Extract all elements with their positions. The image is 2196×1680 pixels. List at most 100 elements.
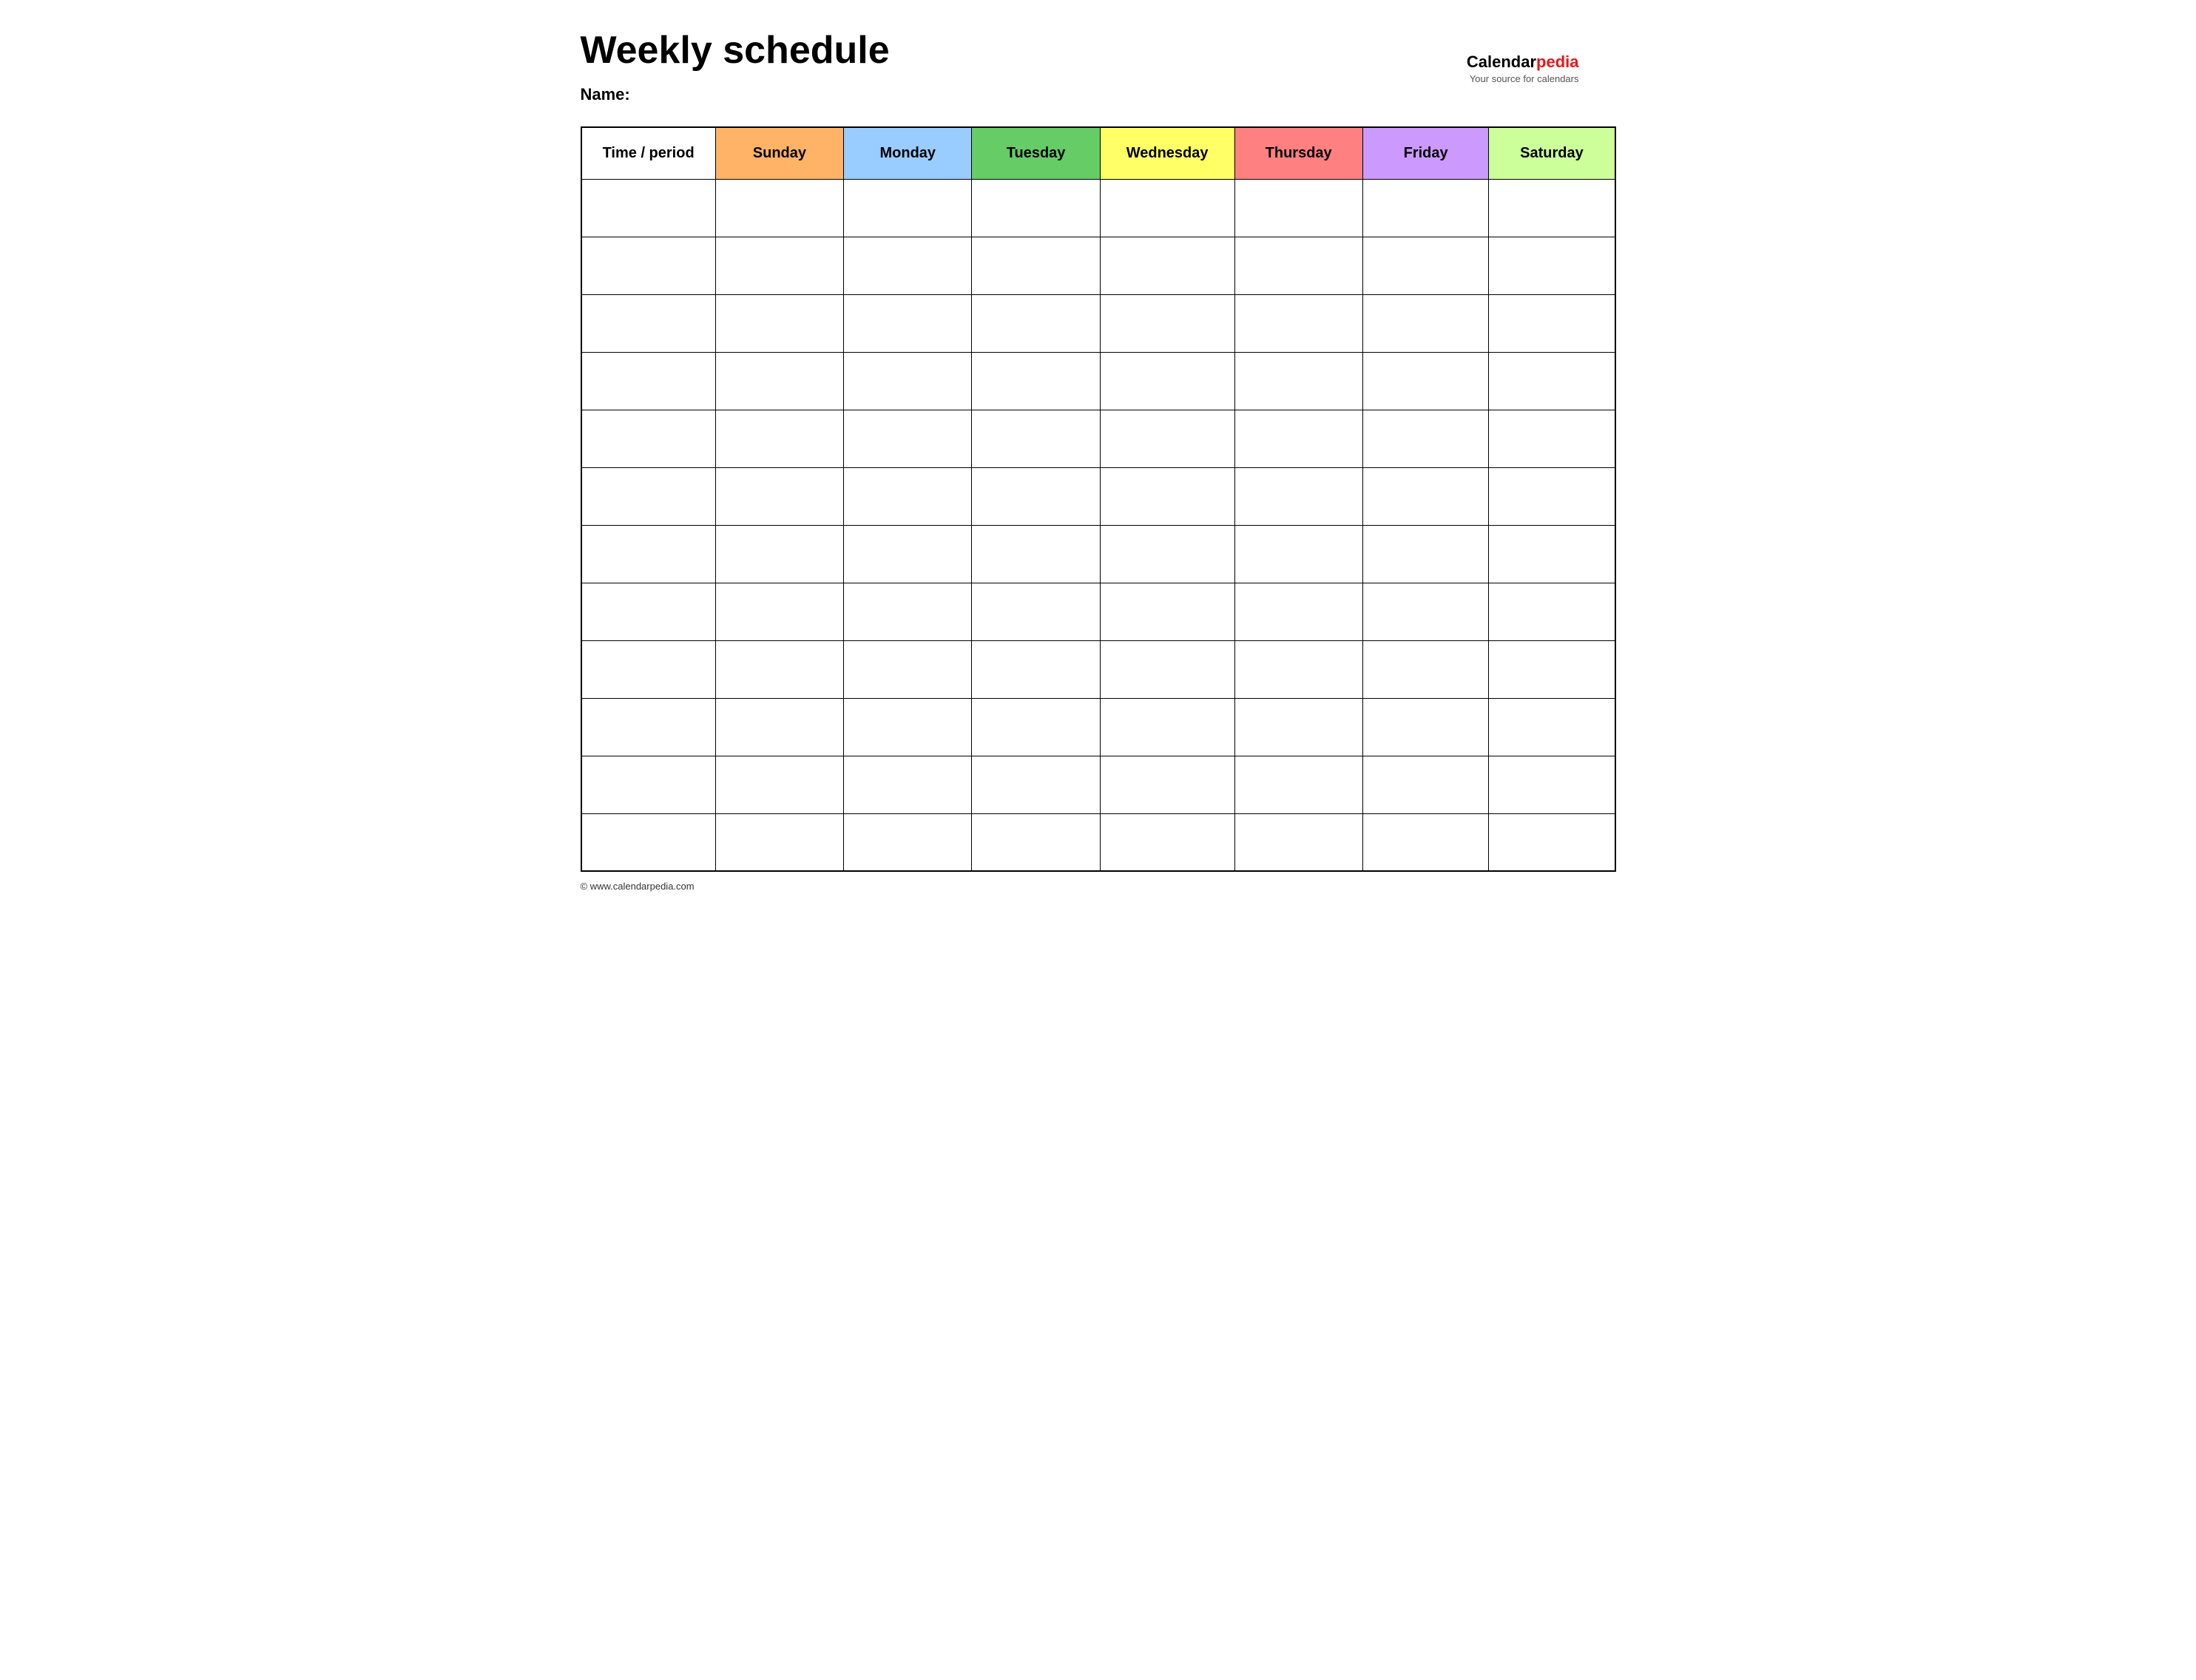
schedule-cell[interactable]: [715, 756, 843, 813]
schedule-cell[interactable]: [1362, 583, 1489, 640]
schedule-cell[interactable]: [1100, 294, 1234, 352]
schedule-cell[interactable]: [1489, 698, 1615, 756]
schedule-cell[interactable]: [972, 640, 1100, 698]
schedule-cell[interactable]: [715, 294, 843, 352]
schedule-cell[interactable]: [715, 467, 843, 525]
schedule-cell[interactable]: [1234, 179, 1362, 237]
schedule-cell[interactable]: [972, 237, 1100, 294]
schedule-cell[interactable]: [844, 179, 972, 237]
schedule-cell[interactable]: [972, 813, 1100, 871]
schedule-cell[interactable]: [715, 698, 843, 756]
time-cell[interactable]: [581, 813, 716, 871]
schedule-cell[interactable]: [1489, 179, 1615, 237]
schedule-cell[interactable]: [1100, 756, 1234, 813]
schedule-table: Time / period Sunday Monday Tuesday Wedn…: [581, 126, 1616, 872]
schedule-cell[interactable]: [1362, 179, 1489, 237]
schedule-cell[interactable]: [972, 698, 1100, 756]
schedule-cell[interactable]: [1489, 410, 1615, 467]
schedule-cell[interactable]: [715, 525, 843, 583]
schedule-cell[interactable]: [1362, 640, 1489, 698]
schedule-cell[interactable]: [1234, 698, 1362, 756]
schedule-cell[interactable]: [715, 352, 843, 410]
schedule-cell[interactable]: [1362, 294, 1489, 352]
schedule-cell[interactable]: [715, 237, 843, 294]
schedule-cell[interactable]: [844, 698, 972, 756]
time-cell[interactable]: [581, 294, 716, 352]
schedule-cell[interactable]: [1234, 813, 1362, 871]
schedule-cell[interactable]: [1362, 525, 1489, 583]
schedule-cell[interactable]: [1100, 237, 1234, 294]
schedule-cell[interactable]: [1234, 352, 1362, 410]
header-wednesday: Wednesday: [1100, 127, 1234, 179]
schedule-cell[interactable]: [1489, 756, 1615, 813]
schedule-cell[interactable]: [1362, 756, 1489, 813]
schedule-cell[interactable]: [1234, 583, 1362, 640]
schedule-cell[interactable]: [1234, 467, 1362, 525]
schedule-cell[interactable]: [844, 294, 972, 352]
schedule-cell[interactable]: [972, 410, 1100, 467]
schedule-cell[interactable]: [1100, 813, 1234, 871]
schedule-cell[interactable]: [1489, 237, 1615, 294]
time-cell[interactable]: [581, 352, 716, 410]
schedule-cell[interactable]: [1234, 525, 1362, 583]
time-cell[interactable]: [581, 698, 716, 756]
schedule-cell[interactable]: [1362, 813, 1489, 871]
schedule-cell[interactable]: [1100, 583, 1234, 640]
schedule-cell[interactable]: [1100, 467, 1234, 525]
schedule-cell[interactable]: [844, 352, 972, 410]
time-cell[interactable]: [581, 179, 716, 237]
schedule-cell[interactable]: [715, 583, 843, 640]
schedule-cell[interactable]: [844, 237, 972, 294]
schedule-cell[interactable]: [844, 525, 972, 583]
brand-tagline: Your source for calendars: [1467, 73, 1579, 86]
schedule-cell[interactable]: [1489, 525, 1615, 583]
schedule-cell[interactable]: [1489, 640, 1615, 698]
time-cell[interactable]: [581, 583, 716, 640]
time-cell[interactable]: [581, 237, 716, 294]
schedule-cell[interactable]: [1234, 294, 1362, 352]
schedule-cell[interactable]: [1489, 294, 1615, 352]
schedule-cell[interactable]: [715, 410, 843, 467]
schedule-cell[interactable]: [972, 352, 1100, 410]
schedule-cell[interactable]: [1234, 410, 1362, 467]
schedule-cell[interactable]: [844, 583, 972, 640]
schedule-cell[interactable]: [844, 467, 972, 525]
time-cell[interactable]: [581, 410, 716, 467]
time-cell[interactable]: [581, 467, 716, 525]
schedule-cell[interactable]: [715, 179, 843, 237]
schedule-cell[interactable]: [844, 813, 972, 871]
schedule-cell[interactable]: [1489, 813, 1615, 871]
schedule-cell[interactable]: [715, 813, 843, 871]
time-cell[interactable]: [581, 525, 716, 583]
schedule-cell[interactable]: [1362, 698, 1489, 756]
schedule-cell[interactable]: [844, 756, 972, 813]
schedule-cell[interactable]: [972, 294, 1100, 352]
schedule-cell[interactable]: [1362, 237, 1489, 294]
schedule-cell[interactable]: [715, 640, 843, 698]
schedule-cell[interactable]: [972, 179, 1100, 237]
schedule-cell[interactable]: [1362, 467, 1489, 525]
schedule-cell[interactable]: [1489, 467, 1615, 525]
schedule-cell[interactable]: [1234, 756, 1362, 813]
schedule-cell[interactable]: [1100, 179, 1234, 237]
schedule-cell[interactable]: [1100, 640, 1234, 698]
schedule-cell[interactable]: [1489, 583, 1615, 640]
schedule-cell[interactable]: [1100, 525, 1234, 583]
schedule-cell[interactable]: [972, 525, 1100, 583]
schedule-cell[interactable]: [844, 640, 972, 698]
schedule-cell[interactable]: [972, 756, 1100, 813]
schedule-cell[interactable]: [1100, 698, 1234, 756]
time-cell[interactable]: [581, 640, 716, 698]
schedule-cell[interactable]: [1234, 237, 1362, 294]
schedule-cell[interactable]: [1234, 640, 1362, 698]
time-cell[interactable]: [581, 756, 716, 813]
header-thursday: Thursday: [1234, 127, 1362, 179]
schedule-cell[interactable]: [972, 467, 1100, 525]
schedule-cell[interactable]: [844, 410, 972, 467]
schedule-cell[interactable]: [1362, 410, 1489, 467]
schedule-cell[interactable]: [972, 583, 1100, 640]
schedule-cell[interactable]: [1489, 352, 1615, 410]
schedule-cell[interactable]: [1100, 352, 1234, 410]
schedule-cell[interactable]: [1362, 352, 1489, 410]
schedule-cell[interactable]: [1100, 410, 1234, 467]
